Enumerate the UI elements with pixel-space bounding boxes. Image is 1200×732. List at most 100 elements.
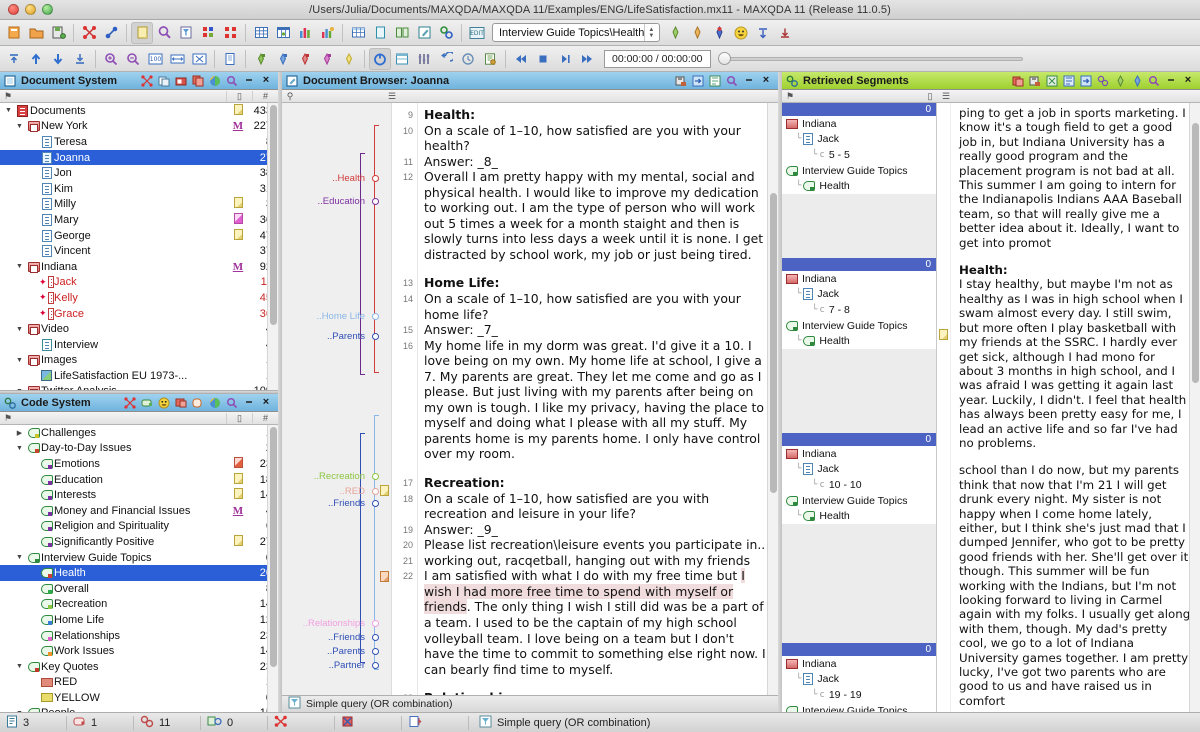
code-tree-row[interactable]: RED1 [0, 675, 278, 691]
minimize-icon[interactable]: ⎯ [742, 74, 756, 88]
retrieved-memo-icon[interactable] [939, 329, 948, 340]
twisty-open-icon[interactable]: ▼ [13, 710, 26, 712]
zoom-out-icon[interactable] [122, 48, 144, 70]
document-paragraph[interactable]: Recreation: [424, 475, 768, 491]
zoom-100-icon[interactable]: 100 [144, 48, 166, 70]
close-icon[interactable]: × [759, 74, 773, 88]
segment-range-row[interactable]: └ c 10 - 10 [782, 477, 936, 493]
editor-icon[interactable] [413, 22, 435, 44]
code-tree-row[interactable]: Health 20 [0, 565, 278, 581]
coding-stripe-handle[interactable] [372, 500, 379, 507]
coding-stripe-label[interactable]: ..Friends [328, 632, 365, 643]
code-tree-row[interactable]: Overall8 [0, 581, 278, 597]
code-tree-row[interactable]: Interests 14 [0, 487, 278, 503]
retrieved-paragraph[interactable]: I stay healthy, but maybe I'm not as hea… [959, 277, 1192, 450]
new-project-icon[interactable] [3, 22, 25, 44]
document-tree-row[interactable]: ✦ Kelly 45 [0, 290, 278, 306]
code-tree-row[interactable]: ▼Day-to-Day Issues2 [0, 441, 278, 457]
complex-retrieval-icon[interactable] [197, 22, 219, 44]
minimize-icon[interactable]: ⎯ [242, 74, 256, 88]
segment-range-row[interactable]: └ c 19 - 19 [782, 687, 936, 703]
coding-stripe-label[interactable]: ..Relationships [303, 618, 365, 629]
document-paragraph[interactable]: Answer: _9_ [424, 522, 768, 538]
memo-cell[interactable]: M [228, 505, 248, 517]
document-paragraph[interactable]: working out, racqetball, hanging out wit… [424, 553, 768, 569]
memo-cell[interactable] [228, 228, 248, 243]
settings-icon[interactable] [413, 48, 435, 70]
code-tree-row[interactable]: Education 18 [0, 472, 278, 488]
segment-code-row[interactable]: └ Health [782, 508, 936, 524]
document-paragraph[interactable]: Relationships: [424, 690, 768, 695]
close-icon[interactable]: × [259, 396, 273, 410]
code-tree-row[interactable]: Relationships 23 [0, 628, 278, 644]
segment-range-row[interactable]: └ c 7 - 8 [782, 302, 936, 318]
code-tree-row[interactable]: ▶Challenges1 [0, 425, 278, 441]
teamwork-icon[interactable] [78, 22, 100, 44]
rewind-icon[interactable] [510, 48, 532, 70]
forward-icon[interactable] [576, 48, 598, 70]
document-tree-row[interactable]: Vincent 37 [0, 243, 278, 259]
search-icon[interactable] [725, 74, 739, 88]
color-icon[interactable] [208, 396, 222, 410]
fit-width-icon[interactable] [166, 48, 188, 70]
excel-export-icon[interactable] [1045, 74, 1059, 88]
edit-mode-icon[interactable]: EDIT [466, 22, 488, 44]
document-paragraph[interactable]: On a scale of 1–10, how satisfied are yo… [424, 123, 768, 154]
new-code-icon[interactable] [140, 396, 154, 410]
retrieved-paragraph[interactable]: Health: [959, 263, 1192, 277]
memo-icon[interactable] [131, 21, 153, 44]
retrieved-segments-text[interactable]: ping to get a job in sports marketing. I… [951, 103, 1200, 712]
close-icon[interactable]: × [259, 74, 273, 88]
word-export-icon[interactable] [1062, 74, 1076, 88]
code-system-tree[interactable]: ▶Challenges1▼Day-to-Day Issues2Emotions2… [0, 425, 278, 712]
matrix-browser-icon[interactable] [250, 22, 272, 44]
emoticode-icon[interactable] [730, 22, 752, 44]
retrieved-segment-entry[interactable]: 0 Indiana └ Jack └ c 10 - 10 Interview Guide To… [782, 433, 936, 643]
document-tree-row[interactable]: ▼ Documents 433 [0, 103, 278, 119]
teamwork-icon[interactable] [123, 396, 137, 410]
table-icon[interactable] [347, 22, 369, 44]
color-code-orange-icon[interactable] [686, 22, 708, 44]
memo-cell[interactable] [228, 456, 248, 471]
coding-stripe-label[interactable]: ..Health [332, 173, 365, 184]
twisty-open-icon[interactable]: ▼ [13, 554, 26, 561]
search-icon[interactable] [225, 74, 239, 88]
coding-stripe-label[interactable]: ..Partner [329, 660, 365, 671]
undo-icon[interactable] [435, 48, 457, 70]
segment-code-row[interactable]: └ Health [782, 333, 936, 349]
document-tree-row[interactable]: Jon 38 [0, 165, 278, 181]
search-icon[interactable] [153, 22, 175, 44]
margin-memo-icon[interactable] [380, 571, 389, 582]
chevron-updown-icon[interactable]: ▲ ▼ [644, 24, 657, 41]
memos-count[interactable]: 0 [201, 715, 267, 731]
document-paragraph[interactable]: I am satisfied with what I do with my fr… [424, 568, 768, 677]
code-matrix-browser-icon[interactable] [272, 22, 294, 44]
next-segment-icon[interactable] [47, 48, 69, 70]
retrieved-segments-icon[interactable] [435, 22, 457, 44]
code-red-icon[interactable] [294, 48, 316, 70]
document-paragraph[interactable]: Answer: _8_ [424, 154, 768, 170]
coding-stripe-handle[interactable] [372, 620, 379, 627]
code-tree-row[interactable]: ▼Interview Guide Topics0 [0, 550, 278, 566]
documents-count[interactable]: 3 [0, 715, 66, 731]
segment-group-row[interactable]: Indiana [782, 116, 936, 132]
code-tree-row[interactable]: YELLOW0 [0, 690, 278, 706]
document-paragraph[interactable]: Health: [424, 107, 768, 123]
segment-document-row[interactable]: └ Jack [782, 287, 936, 303]
document-tree-row[interactable]: LifeSatisfaction EU 1973-...1 [0, 368, 278, 384]
previous-segment-icon[interactable] [25, 48, 47, 70]
twisty-open-icon[interactable]: ▼ [13, 388, 26, 390]
zoom-in-icon[interactable] [100, 48, 122, 70]
code-yellow-icon[interactable] [338, 48, 360, 70]
coding-stripe-label[interactable]: ..RED [340, 486, 365, 497]
twisty-open-icon[interactable]: ▼ [13, 357, 26, 364]
document-tree-row[interactable]: Mary 36 [0, 212, 278, 228]
open-project-icon[interactable] [25, 22, 47, 44]
code-magenta-icon[interactable] [316, 48, 338, 70]
document-system-scrollbar[interactable] [267, 103, 278, 390]
save-project-icon[interactable] [47, 22, 69, 44]
code-tree-row[interactable]: Work Issues 14 [0, 643, 278, 659]
coding-stripe-label[interactable]: ..Recreation [314, 471, 365, 482]
memo-cell[interactable] [228, 488, 248, 502]
coding-stripe-label[interactable]: ..Education [317, 196, 365, 207]
